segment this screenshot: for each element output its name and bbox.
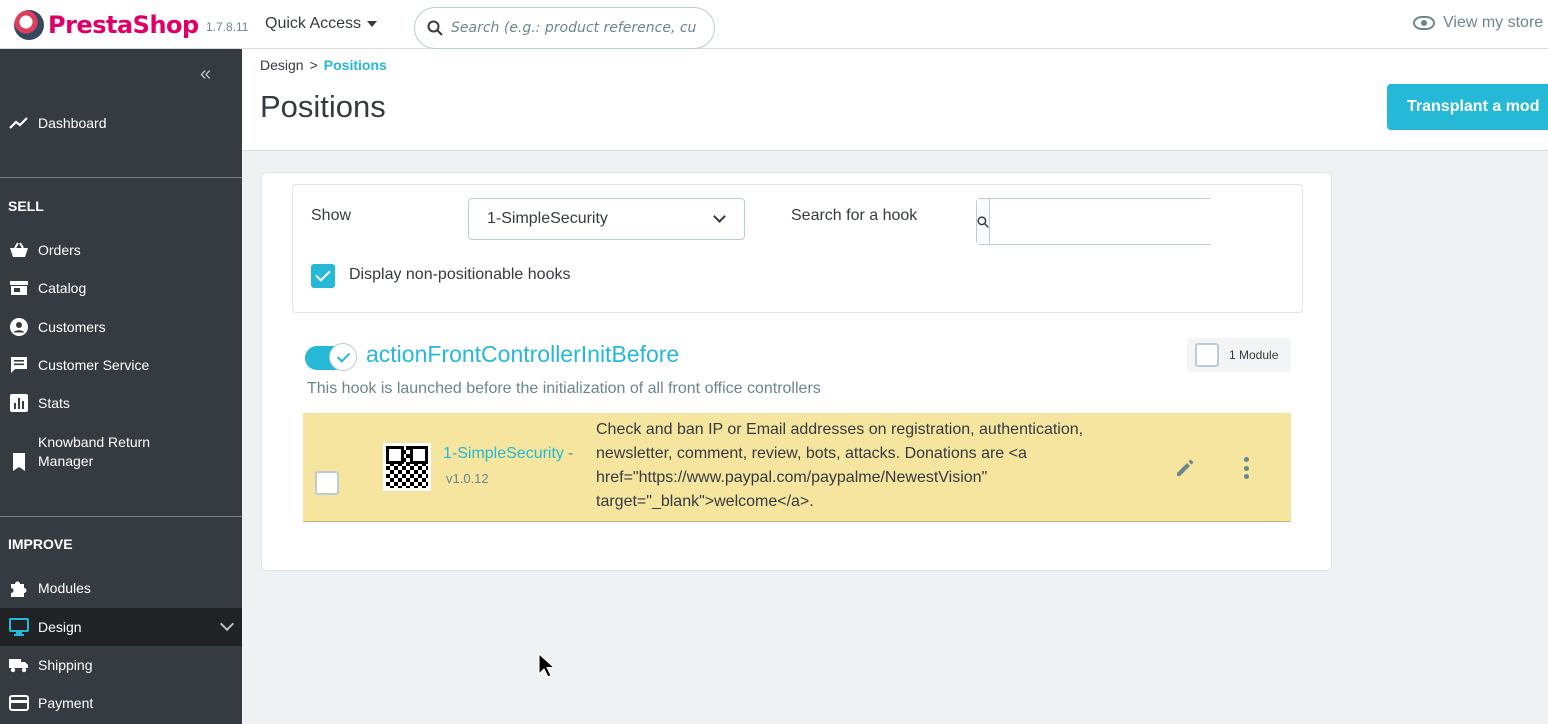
positions-card: Show 1-SimpleSecurity Search for a hook … <box>261 172 1332 571</box>
breadcrumb: Design > Positions <box>260 57 387 73</box>
sidebar-item-design[interactable]: Design <box>0 608 242 646</box>
sidebar-item-label: Stats <box>38 395 70 411</box>
sidebar-item-payment[interactable]: Payment <box>0 684 242 722</box>
pencil-edit-icon[interactable] <box>1174 457 1196 479</box>
view-my-store-link[interactable]: View my store <box>1413 14 1543 32</box>
basket-icon <box>8 241 30 259</box>
sidebar-section-sell: SELL <box>8 198 44 214</box>
store-icon <box>8 279 30 297</box>
breadcrumb-separator: > <box>309 57 318 73</box>
sidebar-item-label: Customer Service <box>38 357 150 373</box>
show-module-value: 1-SimpleSecurity <box>487 210 608 227</box>
sidebar-section-improve: IMPROVE <box>8 536 73 552</box>
sidebar-item-label: Catalog <box>38 280 87 296</box>
trending-up-icon <box>8 114 30 132</box>
sidebar-item-modules[interactable]: Modules <box>0 569 242 607</box>
module-description: Check and ban IP or Email addresses on r… <box>596 421 1084 510</box>
sidebar-item-shipping[interactable]: Shipping <box>0 646 242 684</box>
caret-down-icon <box>367 21 378 27</box>
module-row-checkbox[interactable] <box>315 471 339 495</box>
sidebar-item-label: Customers <box>38 319 106 335</box>
version-label: 1.7.8.11 <box>206 20 249 34</box>
sidebar-divider <box>0 177 242 178</box>
show-label: Show <box>311 207 352 224</box>
chat-icon <box>8 356 30 374</box>
credit-card-icon <box>8 694 30 712</box>
breadcrumb-design-link[interactable]: Design <box>260 57 304 73</box>
hook-description: This hook is launched before the initial… <box>307 380 821 397</box>
search-hook-label: Search for a hook <box>791 207 918 224</box>
truck-icon <box>8 656 30 674</box>
account-circle-icon <box>8 318 30 336</box>
sidebar-item-customer-service[interactable]: Customer Service <box>0 346 242 384</box>
bar-chart-icon <box>8 394 30 412</box>
page-header: Design > Positions Positions Transplant a … <box>242 49 1548 151</box>
filters-panel: Show 1-SimpleSecurity Search for a hook … <box>292 184 1303 313</box>
select-all-checkbox[interactable] <box>1195 343 1219 367</box>
sidebar-item-orders[interactable]: Orders <box>0 231 242 269</box>
module-version: v1.0.12 <box>446 471 489 486</box>
page-title: Positions <box>260 89 386 124</box>
more-vert-icon[interactable] <box>1241 457 1251 479</box>
sidebar-item-label: Modules <box>38 580 91 596</box>
sidebar-item-dashboard[interactable]: Dashboard <box>0 104 242 142</box>
sidebar-item-catalog[interactable]: Catalog <box>0 269 242 307</box>
hook-enable-toggle[interactable] <box>305 343 357 371</box>
sidebar-item-label: Payment <box>38 695 94 711</box>
search-icon <box>427 20 443 36</box>
quick-access-dropdown[interactable]: Quick Access <box>265 15 378 33</box>
view-my-store-label: View my store <box>1443 14 1544 31</box>
puzzle-icon <box>8 579 30 597</box>
non-positionable-label: Display non-positionable hooks <box>349 266 571 283</box>
brand-name: PrestaShop <box>48 11 199 39</box>
sidebar-item-label: Dashboard <box>38 115 107 131</box>
module-row: 1-SimpleSecurity - v1.0.12 Check and ban … <box>303 413 1291 522</box>
show-module-select[interactable]: 1-SimpleSecurity <box>468 198 745 240</box>
sidebar-divider <box>0 516 242 517</box>
bookmark-icon <box>8 453 30 471</box>
collapse-sidebar-icon[interactable]: « <box>200 63 211 86</box>
puffin-logo-icon <box>14 10 44 40</box>
sidebar-item-knowband-return-manager[interactable]: Knowband Return Manager <box>0 425 242 477</box>
sidebar-item-label: Orders <box>38 242 81 258</box>
sidebar-item-label: Shipping <box>38 657 93 673</box>
chevron-down-icon <box>219 616 235 632</box>
global-search[interactable] <box>414 7 715 49</box>
sidebar-item-customers[interactable]: Customers <box>0 308 242 346</box>
eye-icon <box>1413 16 1435 30</box>
hook-name: actionFrontControllerInitBefore <box>366 341 680 367</box>
sidebar-item-label: Knowband Return Manager <box>38 434 151 469</box>
mouse-cursor-icon <box>538 653 554 678</box>
global-search-input[interactable] <box>451 20 696 36</box>
desktop-icon <box>8 618 30 636</box>
module-name-link[interactable]: 1-SimpleSecurity - <box>443 445 573 463</box>
non-positionable-checkbox[interactable] <box>311 264 335 288</box>
sidebar: « Dashboard SELL Orders Catalog Customer… <box>0 49 242 724</box>
module-count-label: 1 Module <box>1229 348 1279 362</box>
sidebar-item-label: Design <box>38 619 82 635</box>
search-icon <box>977 199 990 244</box>
hook-search-field[interactable] <box>976 198 1213 245</box>
hook-search-input[interactable] <box>990 199 1213 244</box>
top-header: PrestaShop 1.7.8.11 Quick Access View my… <box>0 0 1548 49</box>
prestashop-logo[interactable]: PrestaShop <box>14 10 199 40</box>
breadcrumb-current: Positions <box>323 57 387 73</box>
quick-access-label: Quick Access <box>265 15 362 32</box>
select-all-modules[interactable]: 1 Module <box>1187 338 1291 372</box>
toggle-knob <box>329 343 357 371</box>
chevron-down-icon <box>713 210 726 223</box>
sidebar-item-stats[interactable]: Stats <box>0 384 242 422</box>
module-logo-qr-icon <box>383 443 431 491</box>
transplant-module-button[interactable]: Transplant a mod <box>1387 84 1548 130</box>
